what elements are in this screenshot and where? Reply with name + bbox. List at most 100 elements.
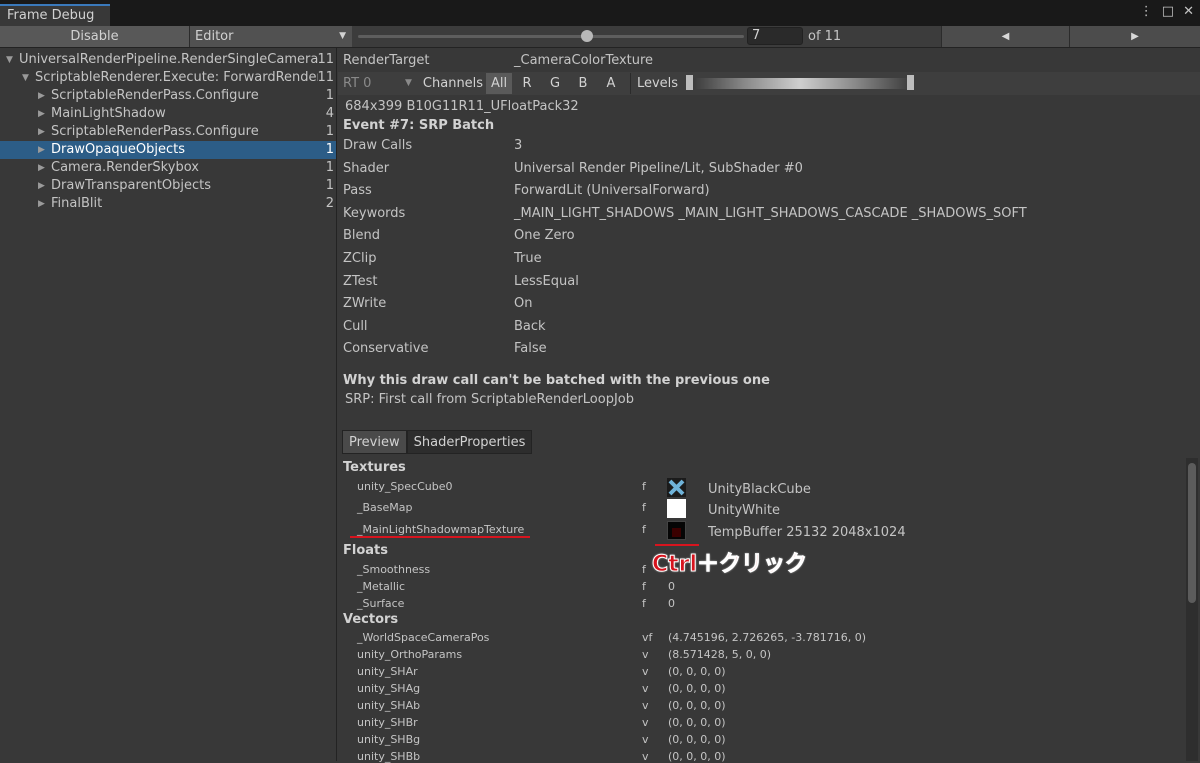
vector-name: unity_OrthoParams [357, 648, 463, 661]
texture-thumbnail[interactable] [667, 521, 686, 540]
property-label: Draw Calls [343, 138, 413, 153]
render-target-value: _CameraColorTexture [514, 53, 654, 68]
tree-item[interactable]: ▶ ScriptableRenderPass.Configure 1 [0, 123, 336, 141]
collapsed-arrow-icon[interactable]: ▶ [38, 123, 45, 141]
next-event-button[interactable]: ▶ [1069, 26, 1200, 47]
event-total-label: of 11 [808, 29, 842, 44]
details-panel: RenderTarget _CameraColorTexture RT 0 ▼ … [338, 48, 1200, 763]
collapsed-arrow-icon[interactable]: ▶ [38, 105, 45, 123]
vector-value: (0, 0, 0, 0) [668, 733, 726, 746]
tree-item-count: 1 [325, 88, 334, 103]
texture-name: _BaseMap [357, 501, 413, 514]
previous-event-button[interactable]: ◀ [941, 26, 1069, 47]
tree-item-label: MainLightShadow [51, 106, 166, 121]
vector-value: (0, 0, 0, 0) [668, 750, 726, 763]
rt-select[interactable]: RT 0 ▼ [343, 73, 415, 94]
close-icon[interactable]: ✕ [1183, 4, 1194, 19]
target-dropdown-label: Editor [195, 29, 234, 44]
cubemap-icon[interactable] [667, 478, 686, 497]
float-name: _Surface [357, 597, 405, 610]
vector-value: (4.745196, 2.726265, -3.781716, 0) [668, 631, 866, 644]
vector-name: unity_SHBr [357, 716, 418, 729]
floats-heading: Floats [343, 543, 388, 558]
vector-type: v [642, 716, 649, 729]
property-value: 3 [514, 138, 523, 153]
property-value: On [514, 296, 533, 312]
preview-tabs: Preview ShaderProperties [342, 430, 533, 454]
collapsed-arrow-icon[interactable]: ▶ [38, 87, 45, 105]
texture-value: UnityWhite [708, 503, 780, 518]
more-menu-icon[interactable]: ⋮ [1140, 4, 1153, 19]
float-type: f [642, 563, 646, 576]
tree-item-label: ScriptableRenderer.Execute: ForwardRende… [35, 70, 318, 85]
vector-name: unity_SHAr [357, 665, 418, 678]
channel-a-button[interactable]: A [598, 73, 624, 94]
vector-name: unity_SHBg [357, 733, 421, 746]
chevron-down-icon: ▼ [405, 78, 412, 88]
tab-preview[interactable]: Preview [342, 430, 407, 454]
float-type: f [642, 597, 646, 610]
tree-item-count: 1 [325, 178, 334, 193]
collapsed-arrow-icon[interactable]: ▶ [38, 195, 45, 213]
annotation-underline [350, 536, 530, 538]
tab-shader-properties[interactable]: ShaderProperties [406, 430, 533, 454]
vector-name: unity_SHBb [357, 750, 421, 763]
textures-heading: Textures [343, 460, 406, 475]
expanded-arrow-icon[interactable]: ▼ [22, 69, 29, 87]
property-value: True [514, 251, 542, 266]
property-label: ZWrite [343, 296, 387, 312]
property-value: False [514, 341, 547, 357]
maximize-icon[interactable]: □ [1162, 4, 1174, 19]
tree-item[interactable]: ▶ FinalBlit 2 [0, 195, 336, 213]
levels-min-handle[interactable] [686, 75, 693, 90]
tree-item[interactable]: ▶ DrawOpaqueObjects 1 [0, 141, 336, 159]
tree-item[interactable]: ▶ ScriptableRenderPass.Configure 1 [0, 87, 336, 105]
tree-item[interactable]: ▼ ScriptableRenderer.Execute: ForwardRend… [0, 69, 336, 87]
float-value: 0 [668, 580, 675, 593]
collapsed-arrow-icon[interactable]: ▶ [38, 141, 45, 159]
vector-value: (0, 0, 0, 0) [668, 716, 726, 729]
frame-debug-tab[interactable]: Frame Debug [0, 4, 110, 26]
annotation-callout: Ctrl＋クリック [651, 552, 808, 578]
tree-item-count: 11 [317, 52, 334, 67]
disable-button[interactable]: Disable [0, 26, 190, 47]
collapsed-arrow-icon[interactable]: ▶ [38, 159, 45, 177]
target-dropdown[interactable]: Editor ▼ [190, 26, 352, 47]
collapsed-arrow-icon[interactable]: ▶ [38, 177, 45, 195]
property-value: ForwardLit (UniversalForward) [514, 183, 710, 199]
event-slider-handle[interactable] [581, 30, 593, 42]
tree-item[interactable]: ▶ Camera.RenderSkybox 1 [0, 159, 336, 177]
channel-all-button[interactable]: All [486, 73, 512, 94]
tree-item-label: Camera.RenderSkybox [51, 160, 199, 175]
texture-name: _MainLightShadowmapTexture [357, 523, 525, 536]
vector-name: unity_SHAg [357, 682, 421, 695]
property-label: Blend [343, 228, 381, 244]
texture-value: UnityBlackCube [708, 482, 811, 497]
scrollbar-thumb[interactable] [1188, 463, 1196, 603]
levels-max-handle[interactable] [907, 75, 914, 90]
vector-type: v [642, 699, 649, 712]
channel-b-button[interactable]: B [570, 73, 596, 94]
tree-item-label: UniversalRenderPipeline.RenderSingleCame… [19, 52, 318, 67]
vector-type: v [642, 648, 649, 661]
tree-item[interactable]: ▶ MainLightShadow 4 [0, 105, 336, 123]
vector-value: (0, 0, 0, 0) [668, 665, 726, 678]
texture-name: unity_SpecCube0 [357, 480, 453, 493]
expanded-arrow-icon[interactable]: ▼ [6, 51, 13, 69]
property-label: Pass [343, 183, 372, 199]
render-target-label: RenderTarget [343, 53, 430, 68]
channel-bar: RT 0 ▼ Channels All R G B A Levels [338, 72, 1200, 95]
event-number-field[interactable]: 7 [747, 27, 803, 45]
float-type: f [642, 580, 646, 593]
tree-item[interactable]: ▼ UniversalRenderPipeline.RenderSingleCam… [0, 51, 336, 69]
channel-r-button[interactable]: R [514, 73, 540, 94]
event-slider-track[interactable] [358, 35, 744, 38]
tree-item-label: DrawTransparentObjects [51, 178, 212, 193]
vector-name: _WorldSpaceCameraPos [357, 631, 490, 644]
levels-slider[interactable] [688, 78, 912, 89]
property-value: One Zero [514, 228, 575, 244]
tree-item[interactable]: ▶ DrawTransparentObjects 1 [0, 177, 336, 195]
texture-thumbnail[interactable] [667, 499, 686, 518]
channel-g-button[interactable]: G [542, 73, 568, 94]
property-value: _MAIN_LIGHT_SHADOWS _MAIN_LIGHT_SHADOWS_… [514, 205, 1027, 221]
